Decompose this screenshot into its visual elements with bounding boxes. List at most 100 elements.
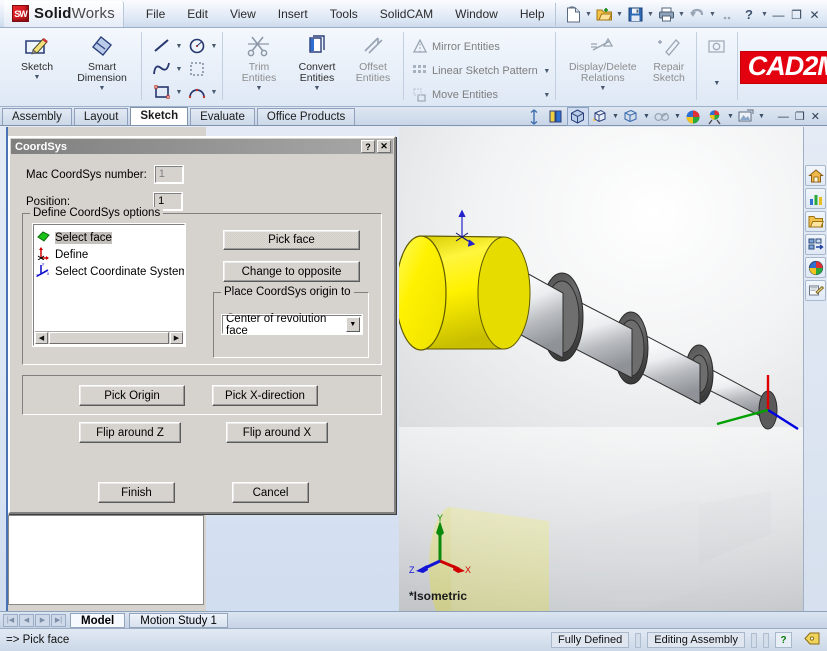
menu-item-solidcam[interactable]: SolidCAM — [370, 3, 443, 25]
mdi-restore-button[interactable]: ❐ — [795, 110, 805, 123]
custom-properties-icon[interactable] — [805, 280, 826, 301]
list-item-select-face[interactable]: Select face — [34, 229, 184, 246]
dialog-help-button[interactable]: ? — [361, 140, 375, 153]
print-icon[interactable] — [656, 5, 676, 25]
rectangle-dropdown[interactable]: ▼ — [174, 81, 184, 103]
display-style-icon[interactable] — [589, 107, 611, 126]
tab-evaluate[interactable]: Evaluate — [190, 108, 255, 125]
chevron-down-icon[interactable]: ▼ — [345, 317, 360, 332]
smart-dimension-dropdown-arrow[interactable]: ▼ — [99, 85, 106, 92]
trim-entities-dropdown-arrow[interactable]: ▼ — [256, 85, 263, 92]
arc-dropdown[interactable]: ▼ — [209, 81, 219, 103]
undo-icon[interactable] — [687, 5, 707, 25]
line-tool[interactable] — [149, 35, 174, 57]
convert-entities-dropdown-arrow[interactable]: ▼ — [314, 85, 321, 92]
maximize-button[interactable]: ❐ — [788, 6, 805, 23]
help-icon[interactable]: ? — [739, 5, 759, 25]
coordsys-dialog-titlebar[interactable]: CoordSys ? ✕ — [11, 139, 393, 154]
listbox-hscrollbar[interactable]: ◀ ▶ — [35, 331, 183, 344]
place-coordsys-origin-combo[interactable]: Center of revolution face ▼ — [221, 313, 363, 337]
spline-dropdown[interactable]: ▼ — [174, 58, 184, 80]
arc-icon[interactable] — [184, 81, 209, 103]
appearances-scenes-icon[interactable] — [805, 257, 826, 278]
pick-origin-button[interactable]: Pick Origin — [79, 385, 185, 406]
menu-item-view[interactable]: View — [220, 3, 266, 25]
tab-motion-study-1[interactable]: Motion Study 1 — [129, 612, 228, 628]
sketch-fillet-tool[interactable] — [184, 58, 209, 80]
coordsys-dialog[interactable]: CoordSys ? ✕ Mac CoordSys number: 1 Posi… — [8, 136, 396, 514]
sketch-fillet-icon[interactable] — [184, 58, 209, 80]
menu-item-file[interactable]: File — [136, 3, 175, 25]
open-document-dropdown-arrow[interactable]: ▼ — [615, 11, 624, 18]
zoom-to-fit-icon[interactable] — [523, 107, 545, 126]
dialog-close-button[interactable]: ✕ — [377, 140, 391, 153]
mdi-close-button[interactable]: ✕ — [811, 110, 820, 123]
line-icon[interactable] — [149, 35, 174, 57]
offset-entities-button[interactable]: Offset Entities — [346, 31, 400, 84]
menu-item-window[interactable]: Window — [445, 3, 508, 25]
rectangle-icon[interactable] — [149, 81, 174, 103]
menu-item-help[interactable]: Help — [510, 3, 555, 25]
tab-assembly[interactable]: Assembly — [2, 108, 72, 125]
section-view-icon[interactable] — [545, 107, 567, 126]
minimize-button[interactable]: — — [770, 6, 787, 23]
tag-icon[interactable] — [804, 631, 821, 649]
arc-tool[interactable] — [184, 81, 209, 103]
linear-sketch-pattern-dropdown-arrow[interactable]: ▼ — [542, 68, 552, 75]
menu-item-insert[interactable]: Insert — [268, 3, 318, 25]
apply-scene-icon[interactable] — [682, 107, 704, 126]
sw-resources-icon[interactable] — [805, 165, 826, 186]
new-document-icon[interactable] — [563, 5, 583, 25]
save-icon[interactable] — [625, 5, 645, 25]
rebuild-icon[interactable] — [718, 5, 738, 25]
define-coordsys-listbox[interactable]: Select face Define Yxz Select Coordinate… — [32, 223, 186, 347]
help-dropdown-arrow[interactable]: ▼ — [760, 11, 769, 18]
circle-dropdown[interactable]: ▼ — [209, 35, 219, 57]
hide-show-items-icon[interactable] — [620, 107, 642, 126]
mirror-entities-button[interactable]: Mirror Entities — [411, 36, 552, 58]
close-button[interactable]: ✕ — [806, 6, 823, 23]
listbox-scroll-right-arrow-icon[interactable]: ▶ — [170, 332, 183, 344]
listbox-scroll-left-arrow-icon[interactable]: ◀ — [35, 332, 48, 344]
view-palette-icon[interactable] — [805, 234, 826, 255]
display-delete-relations-dropdown-arrow[interactable]: ▼ — [599, 85, 606, 92]
move-entities-dropdown-arrow[interactable]: ▼ — [542, 92, 552, 99]
photoview-icon[interactable] — [735, 107, 757, 126]
design-library-icon[interactable] — [805, 188, 826, 209]
pick-face-button[interactable]: Pick face — [223, 230, 360, 250]
nav-last-button[interactable]: ▶| — [51, 613, 66, 627]
save-dropdown-arrow[interactable]: ▼ — [646, 11, 655, 18]
feature-manager-tree[interactable] — [8, 515, 204, 605]
mac-coordsys-number-field[interactable]: 1 — [153, 165, 184, 184]
photoview-dropdown-arrow[interactable]: ▼ — [757, 113, 766, 120]
move-entities-button[interactable]: Move Entities ▼ — [411, 84, 552, 106]
rectangle-tool[interactable] — [149, 81, 174, 103]
status-help-icon[interactable]: ? — [775, 632, 792, 648]
open-document-icon[interactable] — [594, 5, 614, 25]
display-delete-relations-button[interactable]: Display/Delete Relations ▼ — [561, 31, 645, 92]
menu-item-edit[interactable]: Edit — [177, 3, 218, 25]
new-document-dropdown-arrow[interactable]: ▼ — [584, 11, 593, 18]
circle-icon[interactable] — [184, 35, 209, 57]
edit-appearance-icon[interactable] — [651, 107, 673, 126]
menu-item-tools[interactable]: Tools — [320, 3, 368, 25]
view-orientation-icon[interactable] — [566, 107, 589, 126]
mdi-minimize-button[interactable]: — — [778, 111, 789, 123]
file-explorer-icon[interactable] — [805, 211, 826, 232]
line-dropdown[interactable]: ▼ — [174, 35, 184, 57]
flip-around-x-button[interactable]: Flip around X — [226, 422, 328, 443]
smart-dimension-button[interactable]: Smart Dimension ▼ — [66, 31, 138, 92]
tab-model[interactable]: Model — [70, 612, 126, 628]
spline-icon[interactable] — [149, 58, 174, 80]
view-settings-dropdown-arrow[interactable]: ▼ — [726, 113, 735, 120]
convert-entities-button[interactable]: Convert Entities ▼ — [288, 31, 346, 92]
nav-previous-button[interactable]: ◀ — [19, 613, 34, 627]
repair-sketch-button[interactable]: Repair Sketch — [645, 31, 693, 84]
circle-tool[interactable] — [184, 35, 209, 57]
sketch-dropdown-arrow[interactable]: ▼ — [34, 74, 41, 81]
tab-office-products[interactable]: Office Products — [256, 108, 356, 125]
list-item-select-coordinate-system[interactable]: Yxz Select Coordinate System — [34, 262, 184, 280]
pick-x-direction-button[interactable]: Pick X-direction — [212, 385, 318, 406]
display-style-dropdown-arrow[interactable]: ▼ — [611, 113, 620, 120]
finish-button[interactable]: Finish — [98, 482, 175, 503]
